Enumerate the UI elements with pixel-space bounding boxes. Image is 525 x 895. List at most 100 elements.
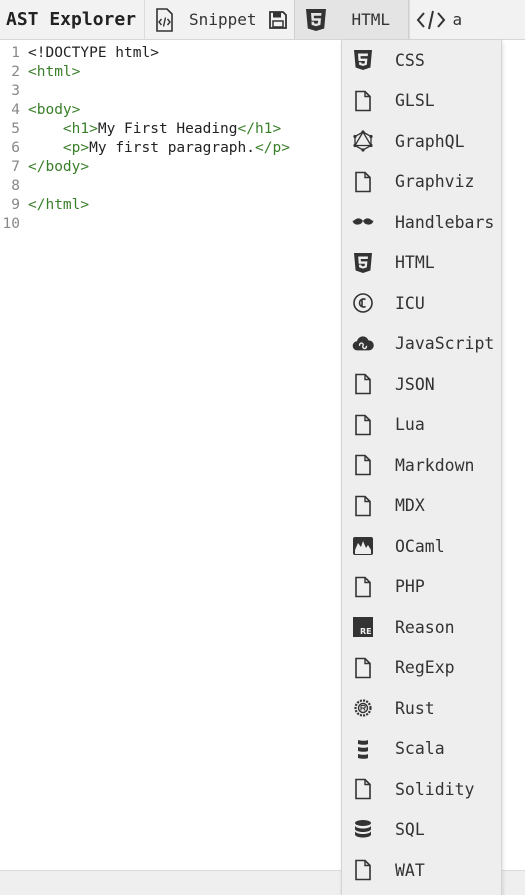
code-line[interactable]: 9 </html> xyxy=(0,196,340,215)
language-option-label: SQL xyxy=(395,820,425,840)
code-line[interactable]: 1 <!DOCTYPE html> xyxy=(0,44,340,63)
line-number: 6 xyxy=(11,140,20,156)
code-line[interactable]: 3 xyxy=(0,82,340,101)
language-option-html[interactable]: HTML xyxy=(342,243,501,284)
language-option-regexp[interactable]: RegExp xyxy=(342,648,501,689)
app-title: AST Explorer xyxy=(0,0,146,39)
language-dropdown-menu: CSS GLSL GraphQL Graphviz Handlebars HTML ICU J… xyxy=(341,40,502,895)
code-tag-token: <p> xyxy=(62,140,90,156)
language-option-mdx[interactable]: MDX xyxy=(342,486,501,527)
language-option-icu[interactable]: ICU xyxy=(342,283,501,324)
language-option-glsl[interactable]: GLSL xyxy=(342,81,501,122)
language-option-label: Rust xyxy=(395,698,435,718)
line-number: 2 xyxy=(11,64,20,80)
file-icon xyxy=(352,657,374,679)
parser-label: a xyxy=(452,10,463,29)
code-brackets-icon xyxy=(416,9,446,31)
language-option-wat[interactable]: WAT xyxy=(342,850,501,891)
code-tag-token: </h1> xyxy=(237,121,282,137)
language-option-label: Handlebars xyxy=(395,212,495,232)
line-code: <p>My first paragraph.</p> xyxy=(28,139,290,158)
language-option-php[interactable]: PHP xyxy=(342,567,501,608)
code-line[interactable]: 2 <html> xyxy=(0,63,340,82)
code-line[interactable]: 6 <p>My first paragraph.</p> xyxy=(0,139,340,158)
language-option-label: Markdown xyxy=(395,455,475,475)
rust-icon xyxy=(352,697,374,719)
language-option-label: Solidity xyxy=(395,779,475,799)
code-line[interactable]: 10 xyxy=(0,215,340,234)
code-tag-token: <body> xyxy=(28,102,81,118)
line-code: <!DOCTYPE html> xyxy=(28,44,159,63)
line-number: 10 xyxy=(2,216,20,232)
line-number: 1 xyxy=(11,45,20,61)
mustache-icon xyxy=(352,211,374,233)
file-code-icon xyxy=(151,7,177,33)
language-option-label: Lua xyxy=(395,415,425,435)
html5-icon xyxy=(352,252,374,274)
language-option-markdown[interactable]: Markdown xyxy=(342,445,501,486)
language-option-label: JavaScript xyxy=(395,334,495,354)
floppy-disk-icon xyxy=(268,10,288,30)
file-icon xyxy=(352,454,374,476)
code-line[interactable]: 8 xyxy=(0,177,340,196)
code-tag-token: </html> xyxy=(28,197,90,213)
snippet-label: Snippet xyxy=(189,10,257,29)
code-editor[interactable]: 1 <!DOCTYPE html> 2 <html> 3 4 <body> 5 <h1>My … xyxy=(0,44,340,870)
save-button[interactable] xyxy=(262,0,294,39)
line-number: 7 xyxy=(11,159,20,175)
code-line[interactable]: 4 <body> xyxy=(0,101,340,120)
code-line[interactable]: 5 <h1>My First Heading</h1> xyxy=(0,120,340,139)
language-option-handlebars[interactable]: Handlebars xyxy=(342,202,501,243)
language-label: HTML xyxy=(351,10,391,29)
language-option-rust[interactable]: Rust xyxy=(342,688,501,729)
language-option-label: PHP xyxy=(395,577,425,597)
line-code: <body> xyxy=(28,101,80,120)
ocaml-icon xyxy=(352,535,374,557)
file-icon xyxy=(352,859,374,881)
code-icon-button[interactable] xyxy=(145,0,183,39)
reason-icon: RE xyxy=(352,616,374,638)
file-icon xyxy=(352,414,374,436)
language-option-label: ICU xyxy=(395,293,425,313)
language-option-javascript[interactable]: JavaScript xyxy=(342,324,501,365)
line-code: </body> xyxy=(28,158,89,177)
language-option-ocaml[interactable]: OCaml xyxy=(342,526,501,567)
language-option-css[interactable]: CSS xyxy=(342,40,501,81)
line-number: 9 xyxy=(11,197,20,213)
file-icon xyxy=(352,171,374,193)
language-select-button[interactable]: HTML xyxy=(294,0,410,39)
language-option-json[interactable]: JSON xyxy=(342,364,501,405)
language-option-scala[interactable]: Scala xyxy=(342,729,501,770)
language-option-label: Scala xyxy=(395,739,445,759)
parser-select-button[interactable]: a xyxy=(409,0,468,39)
language-option-graphviz[interactable]: Graphviz xyxy=(342,162,501,203)
file-icon xyxy=(352,90,374,112)
snippet-menu[interactable]: Snippet xyxy=(183,0,262,39)
code-tag-token: </body> xyxy=(28,159,90,175)
line-number: 4 xyxy=(11,102,20,118)
scala-icon xyxy=(352,738,374,760)
code-text-token: My first paragraph. xyxy=(89,140,255,156)
icu-icon xyxy=(352,292,374,314)
language-option-label: Graphviz xyxy=(395,172,475,192)
top-toolbar: AST Explorer Snippet HTML a xyxy=(0,0,525,40)
language-option-solidity[interactable]: Solidity xyxy=(342,769,501,810)
language-option-label: CSS xyxy=(395,50,425,70)
line-number: 8 xyxy=(11,178,20,194)
language-option-label: RegExp xyxy=(395,658,455,678)
language-option-sql[interactable]: SQL xyxy=(342,810,501,851)
graphql-icon xyxy=(352,130,374,152)
language-option-label: OCaml xyxy=(395,536,445,556)
code-tag-token: <h1> xyxy=(62,121,98,137)
language-option-label: GLSL xyxy=(395,91,435,111)
language-option-lua[interactable]: Lua xyxy=(342,405,501,446)
language-option-reason[interactable]: RE Reason xyxy=(342,607,501,648)
svg-text:RE: RE xyxy=(360,627,372,636)
language-option-label: MDX xyxy=(395,496,425,516)
code-line[interactable]: 7 </body> xyxy=(0,158,340,177)
code-text-token: <!DOCTYPE html> xyxy=(28,45,159,61)
cloud-icon xyxy=(352,333,374,355)
language-option-graphql[interactable]: GraphQL xyxy=(342,121,501,162)
